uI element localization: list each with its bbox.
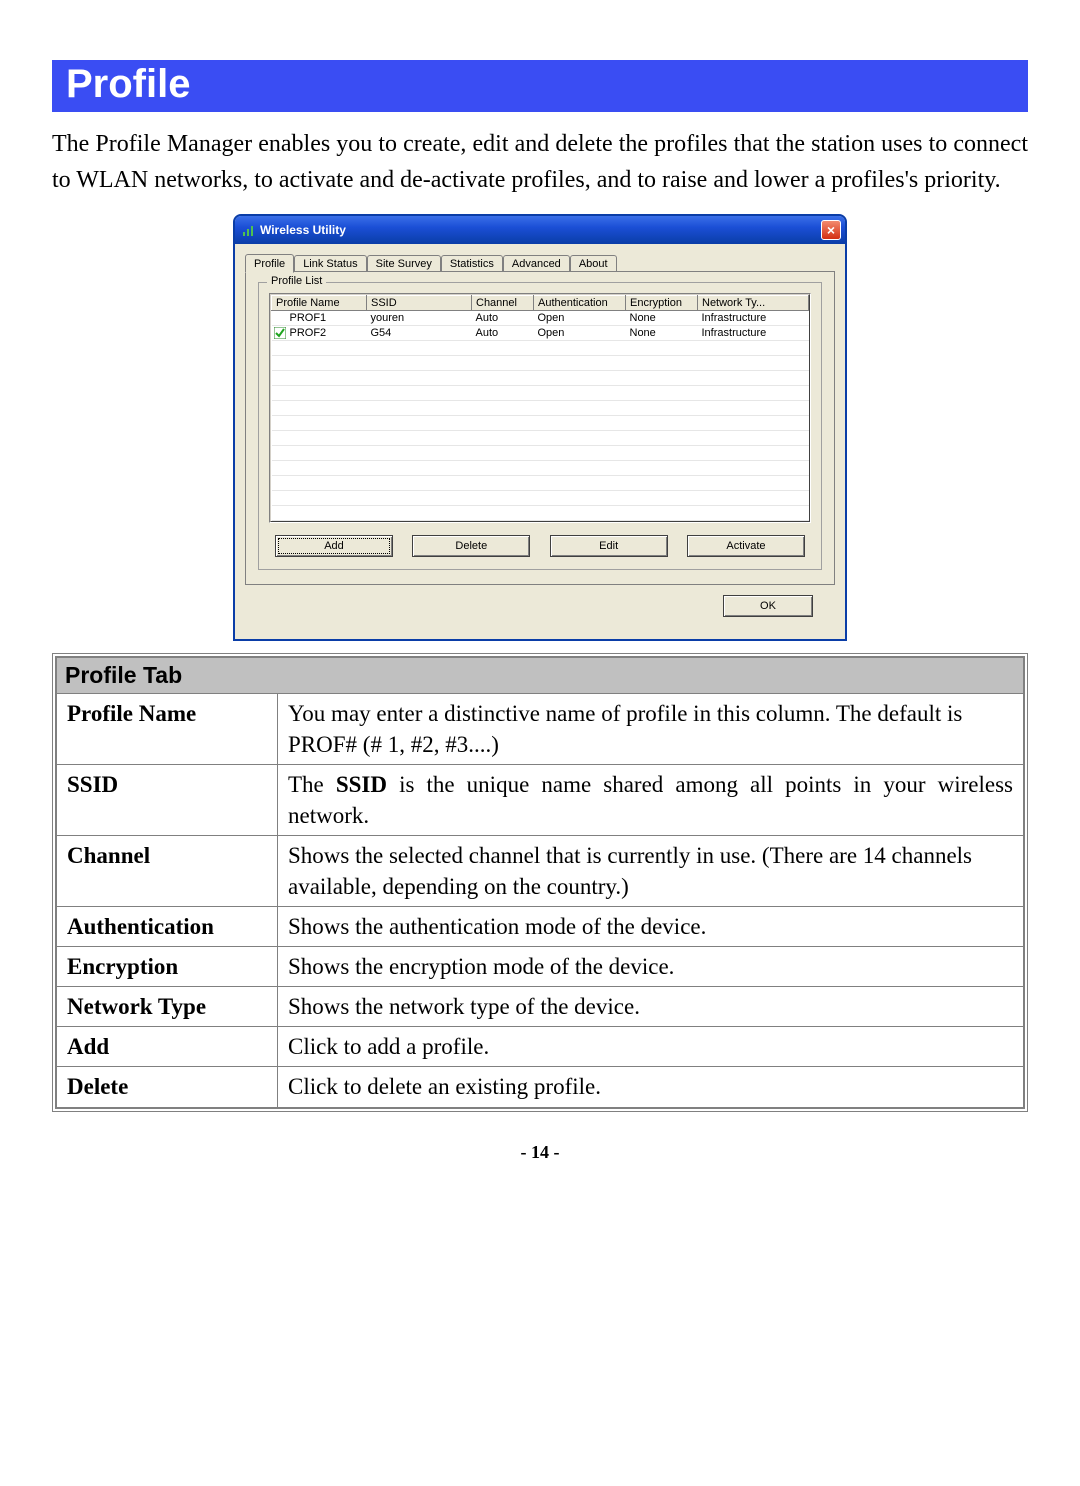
table-row[interactable]: PROF2 G54 Auto Open None Infrastructure xyxy=(272,326,809,341)
desc-text: Shows the network type of the device. xyxy=(278,987,1024,1027)
desc-text: The SSID is the unique name shared among… xyxy=(278,765,1024,836)
desc-label: Profile Name xyxy=(57,694,278,765)
table-row[interactable]: PROF1 youren Auto Open None Infrastructu… xyxy=(272,311,809,326)
tab-about[interactable]: About xyxy=(570,255,617,272)
desc-label: Delete xyxy=(57,1067,278,1107)
close-button[interactable]: × xyxy=(821,220,841,240)
col-ssid[interactable]: SSID xyxy=(367,296,472,311)
table-row[interactable] xyxy=(272,461,809,476)
activate-button[interactable]: Activate xyxy=(687,535,805,557)
tab-site-survey[interactable]: Site Survey xyxy=(367,255,441,272)
intro-paragraph: The Profile Manager enables you to creat… xyxy=(52,126,1028,198)
col-network-type[interactable]: Network Ty... xyxy=(698,296,809,311)
profile-tab-description-table: Profile Tab Profile Name You may enter a… xyxy=(52,653,1028,1112)
edit-button[interactable]: Edit xyxy=(550,535,668,557)
desc-text: Shows the selected channel that is curre… xyxy=(278,836,1024,907)
table-row[interactable] xyxy=(272,491,809,506)
cell: Auto xyxy=(472,311,534,326)
section-heading: Profile xyxy=(66,62,1014,106)
cell: None xyxy=(626,311,698,326)
desc-label: Add xyxy=(57,1027,278,1067)
cell: Auto xyxy=(472,326,534,341)
page-number: - 14 - xyxy=(52,1142,1028,1163)
cell: G54 xyxy=(367,326,472,341)
desc-text: You may enter a distinctive name of prof… xyxy=(278,694,1024,765)
checkmark-icon xyxy=(274,327,286,339)
table-row[interactable] xyxy=(272,386,809,401)
cell: Infrastructure xyxy=(698,326,809,341)
tab-advanced[interactable]: Advanced xyxy=(503,255,570,272)
window-title: Wireless Utility xyxy=(260,223,346,237)
col-encryption[interactable]: Encryption xyxy=(626,296,698,311)
cell: Open xyxy=(534,326,626,341)
table-row[interactable] xyxy=(272,446,809,461)
table-row[interactable] xyxy=(272,401,809,416)
cell: Open xyxy=(534,311,626,326)
col-profile-name[interactable]: Profile Name xyxy=(272,296,367,311)
desc-text: Click to add a profile. xyxy=(278,1027,1024,1067)
table-row[interactable] xyxy=(272,371,809,386)
cell: None xyxy=(626,326,698,341)
table-row[interactable] xyxy=(272,416,809,431)
close-icon: × xyxy=(827,223,835,237)
delete-button[interactable]: Delete xyxy=(412,535,530,557)
col-authentication[interactable]: Authentication xyxy=(534,296,626,311)
cell: PROF2 xyxy=(290,327,327,339)
desc-label: Network Type xyxy=(57,987,278,1027)
cell: youren xyxy=(367,311,472,326)
table-row[interactable] xyxy=(272,506,809,521)
table-row[interactable] xyxy=(272,341,809,356)
desc-label: SSID xyxy=(57,765,278,836)
wireless-utility-window: Wireless Utility × Profile Link Status S… xyxy=(233,214,847,641)
desc-text-part: The xyxy=(288,772,336,797)
tab-statistics[interactable]: Statistics xyxy=(441,255,503,272)
app-icon xyxy=(241,223,255,237)
desc-label: Encryption xyxy=(57,947,278,987)
add-button[interactable]: Add xyxy=(275,535,393,557)
cell: PROF1 xyxy=(290,312,327,324)
desc-text: Shows the encryption mode of the device. xyxy=(278,947,1024,987)
profile-listview[interactable]: Profile Name SSID Channel Authentication… xyxy=(269,293,811,523)
listview-header-row[interactable]: Profile Name SSID Channel Authentication… xyxy=(272,296,809,311)
table-row[interactable] xyxy=(272,431,809,446)
desc-header: Profile Tab xyxy=(57,658,1024,694)
desc-text-bold: SSID xyxy=(336,772,387,797)
table-row[interactable] xyxy=(272,356,809,371)
tab-panel-profile: Profile List Profile Name xyxy=(245,271,835,585)
desc-label: Channel xyxy=(57,836,278,907)
window-titlebar[interactable]: Wireless Utility × xyxy=(235,216,845,244)
table-row[interactable] xyxy=(272,476,809,491)
ok-button[interactable]: OK xyxy=(723,595,813,617)
tab-link-status[interactable]: Link Status xyxy=(294,255,366,272)
tab-profile[interactable]: Profile xyxy=(245,254,294,273)
section-heading-bar: Profile xyxy=(52,60,1028,112)
desc-text: Click to delete an existing profile. xyxy=(278,1067,1024,1107)
groupbox-legend: Profile List xyxy=(267,275,326,287)
desc-text: Shows the authentication mode of the dev… xyxy=(278,907,1024,947)
col-channel[interactable]: Channel xyxy=(472,296,534,311)
tabstrip: Profile Link Status Site Survey Statisti… xyxy=(245,254,835,272)
profile-list-groupbox: Profile List Profile Name xyxy=(258,282,822,570)
cell: Infrastructure xyxy=(698,311,809,326)
desc-label: Authentication xyxy=(57,907,278,947)
desc-text-part: is the unique name shared among all poin… xyxy=(288,772,1013,828)
